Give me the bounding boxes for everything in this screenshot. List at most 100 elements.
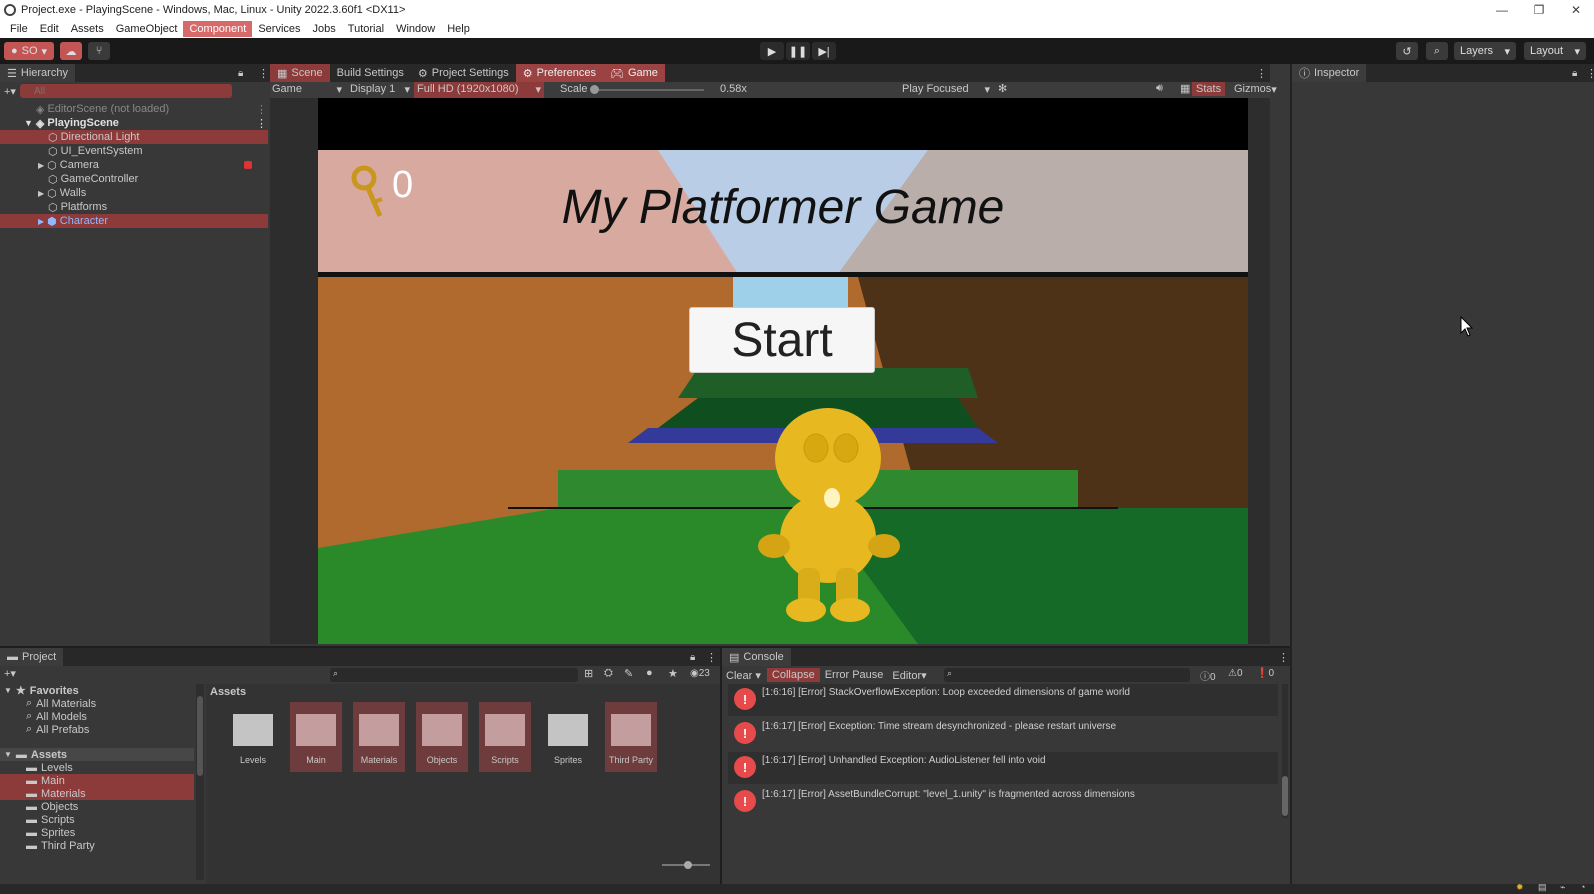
cloud-button[interactable]: ☁ [60,42,82,60]
menu-edit[interactable]: Edit [34,21,65,37]
tree-fav-all-models[interactable]: ⌕ All Models [0,710,194,723]
tree-folder-main[interactable]: ▬ Main [0,774,194,787]
menu-file[interactable]: File [4,21,34,37]
lock-icon[interactable]: 🔒︎ [1572,68,1577,79]
asset-folder-levels[interactable]: Levels [227,702,279,772]
menu-assets[interactable]: Assets [65,21,110,37]
start-button[interactable]: Start [689,307,875,373]
console-scrollbar[interactable] [1282,684,1288,818]
layers-dropdown[interactable]: Layers ▾ [1454,42,1516,60]
more-icon[interactable]: ⋮ [256,117,267,130]
resolution-dropdown[interactable]: Full HD (1920x1080) ▾ [414,82,544,98]
asset-folder-objects[interactable]: Objects [416,702,468,772]
alert-icon[interactable]: ● [646,667,653,679]
expand-icon[interactable]: ▶ [38,189,44,198]
tag-icon[interactable]: ✎ [624,667,633,680]
account-button[interactable]: ● SO ▾ [4,42,54,60]
menu-window[interactable]: Window [390,21,441,37]
hierarchy-item-platforms[interactable]: ⬡ Platforms [0,200,268,214]
tree-folder-scripts[interactable]: ▬ Scripts [0,813,194,826]
tree-favorites[interactable]: ▼ ★ Favorites [0,684,194,698]
tree-fav-all-materials[interactable]: ⌕ All Materials [0,697,194,710]
history-button[interactable]: ↺ [1396,42,1418,60]
tree-folder-sprites[interactable]: ▬ Sprites [0,826,194,839]
error-pause-toggle[interactable]: Error Pause [820,668,889,682]
tab-project[interactable]: ▬ Project [0,648,64,666]
tab-game[interactable]: 🎮︎ Game [602,64,665,82]
menu-help[interactable]: Help [441,21,476,37]
hierarchy-item-walls[interactable]: ▶ ⬡ Walls [0,186,268,200]
version-control-button[interactable]: ⑂ [88,42,110,60]
asset-folder-sprites[interactable]: Sprites [542,702,594,772]
tree-assets[interactable]: ▼ ▬ Assets [0,748,194,761]
step-button[interactable]: ▶| [812,42,836,60]
menu-tutorial[interactable]: Tutorial [342,21,390,37]
tab-inspector[interactable]: ⓘ Inspector [1292,64,1367,82]
hierarchy-item-ui-eventsystem[interactable]: ⬡ UI_EventSystem [0,144,268,158]
game-mode-dropdown[interactable]: Game ▾ [272,83,342,96]
asset-folder-main[interactable]: Main [290,702,342,772]
game-render[interactable]: 0 My Platformer Game Start [318,98,1248,644]
tree-folder-third-party[interactable]: ▬ Third Party [0,839,194,852]
cache-icon[interactable]: ▤ [1538,882,1547,893]
more-icon[interactable]: ⋮ [1278,651,1289,664]
scale-slider-handle[interactable] [590,85,599,94]
hierarchy-item-gamecontroller[interactable]: ⬡ GameController [0,172,268,186]
tab-build-settings[interactable]: Build Settings [330,64,411,82]
add-icon[interactable]: +▾ [4,667,16,680]
asset-folder-materials[interactable]: Materials [353,702,405,772]
more-icon[interactable]: ⋮ [1586,67,1594,80]
filter-label-icon[interactable]: ⛭ [604,667,613,680]
lock-icon[interactable]: 🔒︎ [690,652,695,663]
layout-dropdown[interactable]: Layout ▾ [1524,42,1586,60]
stats-toggle[interactable]: Stats [1192,82,1226,96]
editor-dropdown[interactable]: Editor▾ [888,668,930,683]
lock-icon[interactable]: 🔒︎ [238,68,243,79]
play-focused-dropdown[interactable]: Play Focused ▾ [902,83,990,96]
more-icon[interactable]: ⋮ [1256,67,1267,80]
expand-icon[interactable]: ▼ [4,750,12,759]
hierarchy-item-editorscene[interactable]: ◈ EditorScene (not loaded) ⋮ [0,102,268,116]
tree-folder-objects[interactable]: ▬ Objects [0,800,194,813]
tree-fav-all-prefabs[interactable]: ⌕ All Prefabs [0,723,194,736]
hierarchy-item-directional-light[interactable]: ⬡ Directional Light [0,130,268,144]
play-button[interactable]: ▶ [760,42,784,60]
expand-icon[interactable]: ▶ [38,217,44,226]
menu-jobs[interactable]: Jobs [307,21,342,37]
search-button[interactable]: ⌕ [1426,42,1448,60]
warning-filter-toggle[interactable]: ⚠0 [1228,668,1243,679]
maximize-button[interactable]: ❐ [1521,0,1557,20]
tab-scene[interactable]: ▦ Scene [270,64,330,82]
expand-icon[interactable]: ▶ [38,161,44,170]
asset-folder-third-party[interactable]: Third Party [605,702,657,772]
menu-services[interactable]: Services [252,21,306,37]
close-button[interactable]: ✕ [1558,0,1594,20]
scale-slider[interactable] [590,85,704,94]
lighting-icon[interactable]: ✹ [1516,882,1524,893]
console-entry[interactable]: ! [1:6:17] [Error] Exception: Time stream… [728,718,1278,750]
debug-icon[interactable]: ✻ [998,82,1007,95]
network-icon[interactable]: ⌁ [1560,882,1565,893]
hierarchy-search-input[interactable] [19,84,232,98]
info-filter-toggle[interactable]: ⓘ0 [1200,668,1216,683]
more-icon[interactable]: ⋮ [258,67,269,80]
more-icon[interactable]: ⋮ [256,103,267,116]
error-filter-toggle[interactable]: ❗0 [1256,668,1274,679]
display-dropdown[interactable]: Display 1 ▾ [350,83,410,96]
gizmos-dropdown[interactable]: Gizmos ▾ [1234,83,1277,96]
console-entry[interactable]: ! [1:6:16] [Error] StackOverflowException… [728,684,1278,716]
tree-folder-levels[interactable]: ▬ Levels [0,761,194,774]
stats-grid-icon[interactable]: ▦ [1180,82,1190,95]
tree-scrollbar[interactable] [196,684,204,880]
audio-mute-icon[interactable]: 🔊︎ [1156,82,1163,95]
progress-icon[interactable]: ◔ [1580,882,1585,892]
hierarchy-item-camera[interactable]: ▶ ⬡ Camera [0,158,268,172]
pause-button[interactable]: ❚❚ [786,42,810,60]
console-entry[interactable]: ! [1:6:17] [Error] Unhandled Exception: A… [728,752,1278,784]
hierarchy-item-character[interactable]: ▶ ⬢ Character [0,214,268,228]
zoom-slider[interactable] [662,861,710,869]
tab-console[interactable]: ▤ Console [722,648,791,666]
asset-folder-scripts[interactable]: Scripts [479,702,531,772]
menu-gameobject[interactable]: GameObject [110,21,184,37]
project-search-input[interactable]: ⌕ [330,668,578,682]
